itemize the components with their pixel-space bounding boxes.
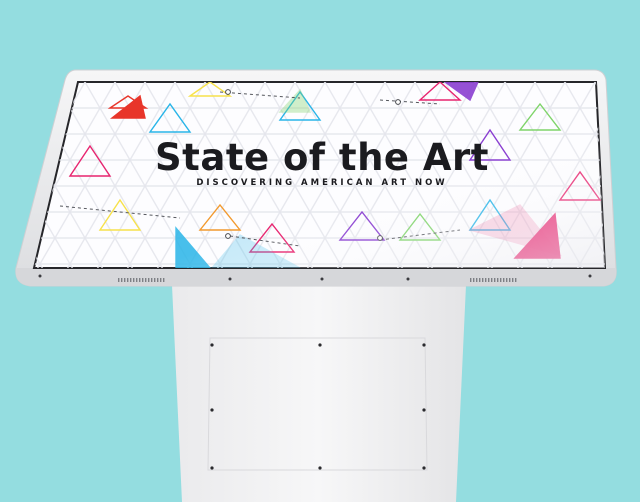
grill-slot [163,278,165,282]
grill-slot [139,278,141,282]
grid-triangle [0,186,10,212]
grill-slot [491,278,493,282]
grill-slot [485,278,487,282]
grid-triangle [0,160,25,186]
grill-slot [124,278,126,282]
grid-triangle [520,290,550,316]
grill-slot [470,278,472,282]
grill-slot [512,278,514,282]
grid-triangle [0,238,10,264]
grill-slot [154,278,156,282]
grill-slot [500,278,502,282]
grill-slot [157,278,159,282]
grill-slot [118,278,120,282]
grid-triangle [580,290,610,316]
screen-title: State of the Art [155,136,489,179]
grill-slot [151,278,153,282]
grill-slot [127,278,129,282]
grid-triangle [550,290,580,316]
grid-triangle [610,290,640,316]
grid-triangle [34,106,57,135]
grill-slot [130,278,132,282]
grid-triangle [100,290,130,316]
grid-triangle [0,134,10,160]
grid-triangle [40,290,70,316]
grill-slot [133,278,135,282]
grid-triangle [0,290,10,316]
grill-slot [494,278,496,282]
grid-triangle [610,186,640,212]
kiosk-stand [172,285,466,502]
grill-slot [121,278,123,282]
grill-slot [142,278,144,282]
grid-triangle [625,108,640,134]
grill-slot [136,278,138,282]
kiosk-scene: State of the Art DISCOVERING AMERICAN AR… [0,0,640,502]
grid-triangle [0,82,10,108]
grid-triangle [625,212,640,238]
grid-triangle [10,290,40,316]
grill-slot [482,278,484,282]
grill-slot [479,278,481,282]
grid-triangle [610,134,640,160]
stand-body [172,285,466,502]
screen-subtitle: DISCOVERING AMERICAN ART NOW [196,178,447,188]
grid-triangle [70,290,100,316]
grid-triangle [0,108,25,134]
grill-slot [497,278,499,282]
grid-triangle [625,264,640,290]
grill-slot [488,278,490,282]
grill-slot [145,278,147,282]
grid-triangle [34,82,42,109]
grid-triangle [610,82,640,108]
grill-slot [476,278,478,282]
kiosk-illustration: State of the Art DISCOVERING AMERICAN AR… [0,69,640,502]
grill-slot [506,278,508,282]
grid-triangle [490,290,520,316]
grill-slot [473,278,475,282]
grill-slot [515,278,517,282]
grill-slot [148,278,150,282]
grill-slot [160,278,162,282]
grid-triangle [625,160,640,186]
grill-slot [503,278,505,282]
grid-triangle [130,290,160,316]
grid-triangle [0,212,25,238]
grid-triangle [34,132,42,161]
grill-slot [509,278,511,282]
